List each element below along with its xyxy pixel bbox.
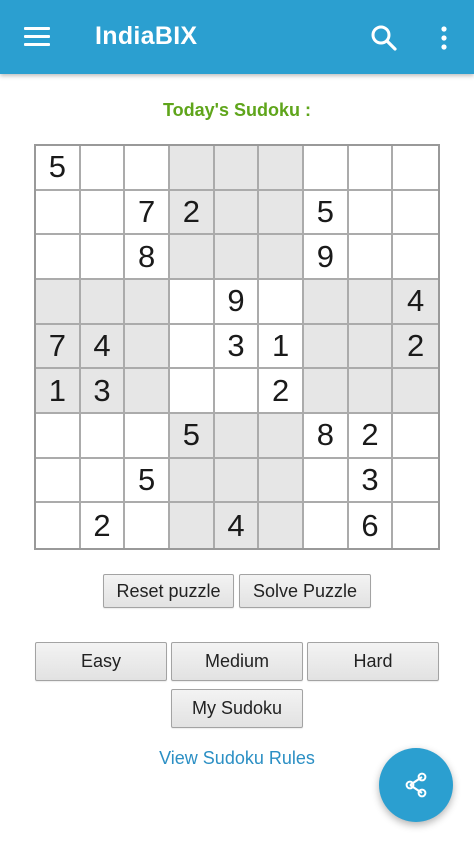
sudoku-cell-r7-c3[interactable] xyxy=(125,414,170,459)
sudoku-cell-r1-c6[interactable] xyxy=(259,146,304,191)
sudoku-cell-r9-c2[interactable]: 2 xyxy=(81,503,126,548)
sudoku-cell-r5-c1[interactable]: 7 xyxy=(36,324,81,370)
sudoku-cell-r5-c9[interactable]: 2 xyxy=(393,324,438,370)
page-heading: Today's Sudoku : xyxy=(163,100,311,120)
share-icon xyxy=(405,772,427,798)
my-sudoku-button[interactable]: My Sudoku xyxy=(171,689,303,728)
sudoku-cell-r8-c9[interactable] xyxy=(393,459,438,504)
sudoku-cell-r4-c1[interactable] xyxy=(36,280,81,325)
sudoku-cell-r6-c2[interactable]: 3 xyxy=(80,369,126,414)
sudoku-cell-r7-c9[interactable] xyxy=(393,414,438,459)
sudoku-cell-r8-c1[interactable] xyxy=(36,458,81,504)
sudoku-cell-r9-c1[interactable] xyxy=(36,503,81,548)
sudoku-cell-r1-c1[interactable]: 5 xyxy=(36,146,81,191)
sudoku-cell-r3-c1[interactable] xyxy=(36,235,81,280)
sudoku-cell-r1-c4[interactable] xyxy=(170,146,215,191)
reset-puzzle-button[interactable]: Reset puzzle xyxy=(103,574,234,608)
sudoku-cell-r8-c2[interactable] xyxy=(80,458,126,504)
sudoku-cell-r3-c9[interactable] xyxy=(393,235,438,280)
sudoku-cell-r1-c9[interactable] xyxy=(393,146,438,191)
sudoku-cell-r7-c1[interactable] xyxy=(36,414,81,459)
app-title: IndiaBIX xyxy=(95,22,198,50)
hard-button[interactable]: Hard xyxy=(307,642,439,681)
sudoku-cell-r5-c7[interactable] xyxy=(304,324,349,370)
sudoku-cell-r3-c4[interactable] xyxy=(170,235,215,280)
app-bar: IndiaBIX xyxy=(0,0,474,74)
sudoku-cell-r4-c5[interactable]: 9 xyxy=(214,280,260,325)
sudoku-cell-r8-c4[interactable] xyxy=(170,458,215,504)
sudoku-cell-r3-c2[interactable] xyxy=(80,235,126,280)
sudoku-cell-r4-c2[interactable] xyxy=(80,280,126,325)
sudoku-cell-r6-c6[interactable]: 2 xyxy=(259,369,304,414)
sudoku-cell-r6-c5[interactable] xyxy=(214,369,260,414)
sudoku-cell-r3-c6[interactable] xyxy=(259,235,304,280)
sudoku-cell-r4-c4[interactable] xyxy=(170,280,215,325)
sudoku-cell-r4-c3[interactable] xyxy=(125,280,170,325)
sudoku-cell-r1-c2[interactable] xyxy=(80,146,126,191)
sudoku-cell-r5-c3[interactable] xyxy=(125,324,170,370)
sudoku-cell-r1-c8[interactable] xyxy=(348,146,394,191)
sudoku-cell-r2-c9[interactable] xyxy=(393,191,438,236)
solve-puzzle-button[interactable]: Solve Puzzle xyxy=(239,574,371,608)
sudoku-cell-r5-c2[interactable]: 4 xyxy=(80,324,126,370)
sudoku-cell-r2-c7[interactable]: 5 xyxy=(304,190,349,236)
sudoku-cell-r6-c4[interactable] xyxy=(170,369,215,414)
share-button[interactable] xyxy=(379,748,453,822)
sudoku-cell-r9-c7[interactable] xyxy=(304,503,349,548)
medium-button[interactable]: Medium xyxy=(171,642,303,681)
sudoku-cell-r2-c1[interactable] xyxy=(36,190,81,236)
sudoku-cell-r8-c3[interactable]: 5 xyxy=(125,458,170,504)
menu-icon[interactable] xyxy=(24,27,50,47)
sudoku-cell-r9-c6[interactable] xyxy=(259,503,304,548)
sudoku-cell-r9-c5[interactable]: 4 xyxy=(214,503,260,548)
sudoku-cell-r6-c3[interactable] xyxy=(125,369,170,414)
sudoku-cell-r9-c4[interactable] xyxy=(170,503,215,548)
sudoku-cell-r7-c5[interactable] xyxy=(214,414,260,459)
sudoku-cell-r4-c7[interactable] xyxy=(304,280,349,325)
easy-button[interactable]: Easy xyxy=(35,642,167,681)
sudoku-cell-r8-c7[interactable] xyxy=(304,458,349,504)
sudoku-cell-r9-c8[interactable]: 6 xyxy=(349,503,394,548)
sudoku-cell-r3-c8[interactable] xyxy=(348,235,394,280)
sudoku-cell-r7-c4[interactable]: 5 xyxy=(170,414,215,459)
sudoku-cell-r2-c2[interactable] xyxy=(80,190,126,236)
sudoku-cell-r1-c5[interactable] xyxy=(214,146,260,191)
sudoku-board: 572589947431213258253246 xyxy=(34,144,440,550)
sudoku-cell-r3-c5[interactable] xyxy=(214,235,260,280)
sudoku-cell-r6-c1[interactable]: 1 xyxy=(36,369,81,414)
sudoku-cell-r2-c5[interactable] xyxy=(214,190,260,236)
sudoku-cell-r8-c8[interactable]: 3 xyxy=(348,458,394,504)
search-icon[interactable] xyxy=(370,24,398,52)
sudoku-cell-r5-c5[interactable]: 3 xyxy=(214,324,260,370)
sudoku-cell-r1-c3[interactable] xyxy=(125,146,170,191)
sudoku-cell-r9-c3[interactable] xyxy=(125,503,170,548)
sudoku-cell-r5-c4[interactable] xyxy=(170,324,215,370)
sudoku-cell-r2-c6[interactable] xyxy=(259,190,304,236)
sudoku-cell-r4-c8[interactable] xyxy=(348,280,394,325)
sudoku-cell-r6-c9[interactable] xyxy=(393,369,438,414)
sudoku-cell-r6-c7[interactable] xyxy=(304,369,349,414)
sudoku-cell-r2-c4[interactable]: 2 xyxy=(170,190,215,236)
sudoku-cell-r8-c6[interactable] xyxy=(259,458,304,504)
sudoku-cell-r2-c8[interactable] xyxy=(348,190,394,236)
sudoku-cell-r2-c3[interactable]: 7 xyxy=(125,190,170,236)
sudoku-cell-r4-c9[interactable]: 4 xyxy=(393,280,438,325)
sudoku-cell-r8-c5[interactable] xyxy=(214,458,260,504)
sudoku-cell-r7-c2[interactable] xyxy=(80,414,126,459)
sudoku-cell-r7-c7[interactable]: 8 xyxy=(304,414,349,459)
sudoku-cell-r5-c8[interactable] xyxy=(348,324,394,370)
sudoku-cell-r7-c8[interactable]: 2 xyxy=(348,414,394,459)
sudoku-cell-r1-c7[interactable] xyxy=(304,146,349,191)
sudoku-cell-r4-c6[interactable] xyxy=(259,280,304,325)
sudoku-cell-r3-c3[interactable]: 8 xyxy=(125,235,170,280)
sudoku-cell-r5-c6[interactable]: 1 xyxy=(259,324,304,370)
sudoku-cell-r3-c7[interactable]: 9 xyxy=(304,235,349,280)
sudoku-cell-r7-c6[interactable] xyxy=(259,414,304,459)
more-vertical-icon[interactable] xyxy=(436,24,452,52)
sudoku-cell-r6-c8[interactable] xyxy=(348,369,394,414)
sudoku-cell-r9-c9[interactable] xyxy=(393,503,438,548)
